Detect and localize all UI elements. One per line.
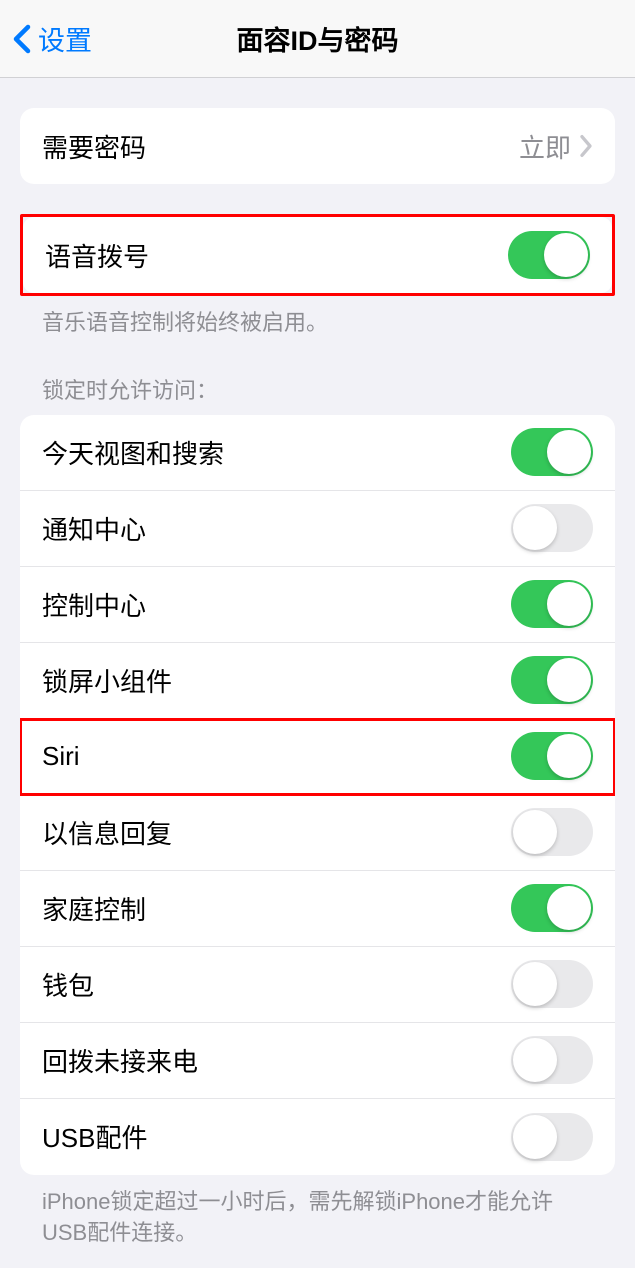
toggle-knob bbox=[513, 962, 557, 1006]
voice-dial-label: 语音拨号 bbox=[45, 237, 508, 274]
page-title: 面容ID与密码 bbox=[0, 19, 635, 58]
lock-access-row-以信息回复: 以信息回复 bbox=[20, 795, 615, 871]
voice-dial-group: 语音拨号 bbox=[20, 214, 615, 296]
toggle-knob bbox=[547, 658, 591, 702]
lock-access-toggle-usb配件[interactable] bbox=[511, 1113, 593, 1161]
lock-access-label: 回拨未接来电 bbox=[42, 1042, 511, 1079]
toggle-knob bbox=[547, 582, 591, 626]
lock-access-label: 通知中心 bbox=[42, 510, 511, 547]
chevron-left-icon bbox=[12, 24, 32, 54]
voice-dial-toggle[interactable] bbox=[508, 231, 590, 279]
lock-access-row-家庭控制: 家庭控制 bbox=[20, 871, 615, 947]
require-passcode-row[interactable]: 需要密码 立即 bbox=[20, 108, 615, 184]
voice-dial-footer: 音乐语音控制将始终被启用。 bbox=[20, 296, 615, 339]
lock-access-label: 以信息回复 bbox=[42, 814, 511, 851]
lock-access-group: 锁定时允许访问： 今天视图和搜索通知中心控制中心锁屏小组件 Siri 以信息回复家庭… bbox=[20, 373, 615, 1249]
lock-access-toggle-家庭控制[interactable] bbox=[511, 884, 593, 932]
lock-access-toggle-今天视图和搜索[interactable] bbox=[511, 428, 593, 476]
lock-access-toggle-回拨未接来电[interactable] bbox=[511, 1036, 593, 1084]
lock-access-label: 钱包 bbox=[42, 966, 511, 1003]
toggle-knob bbox=[547, 886, 591, 930]
lock-access-row-回拨未接来电: 回拨未接来电 bbox=[20, 1023, 615, 1099]
toggle-knob bbox=[513, 1038, 557, 1082]
back-button[interactable]: 设置 bbox=[0, 19, 92, 58]
lock-access-toggle-以信息回复[interactable] bbox=[511, 808, 593, 856]
lock-access-row-usb配件: USB配件 bbox=[20, 1099, 615, 1175]
toggle-knob bbox=[547, 734, 591, 778]
lock-access-row-siri: Siri bbox=[20, 719, 615, 795]
chevron-right-icon bbox=[579, 134, 593, 158]
settings-content: 需要密码 立即 语音拨号音乐语音控制将始终被启用。 锁定时允许访问： 今天视图和… bbox=[0, 108, 635, 1268]
lock-access-toggle-通知中心[interactable] bbox=[511, 504, 593, 552]
lock-access-footer: iPhone锁定超过一小时后，需先解锁iPhone才能允许USB配件连接。 bbox=[20, 1175, 615, 1249]
passcode-group: 需要密码 立即 bbox=[20, 108, 615, 184]
lock-access-row-通知中心: 通知中心 bbox=[20, 491, 615, 567]
lock-access-row-今天视图和搜索: 今天视图和搜索 bbox=[20, 415, 615, 491]
lock-access-row-锁屏小组件: 锁屏小组件 bbox=[20, 643, 615, 719]
toggle-knob bbox=[547, 430, 591, 474]
require-passcode-value: 立即 bbox=[519, 128, 571, 165]
lock-access-row-钱包: 钱包 bbox=[20, 947, 615, 1023]
lock-access-label: Siri bbox=[42, 741, 511, 772]
lock-access-label: 家庭控制 bbox=[42, 890, 511, 927]
toggle-knob bbox=[544, 233, 588, 277]
toggle-knob bbox=[513, 810, 557, 854]
lock-access-toggle-钱包[interactable] bbox=[511, 960, 593, 1008]
toggle-knob bbox=[513, 506, 557, 550]
back-label: 设置 bbox=[38, 19, 92, 58]
lock-access-toggle-控制中心[interactable] bbox=[511, 580, 593, 628]
lock-access-header: 锁定时允许访问： bbox=[20, 373, 615, 415]
require-passcode-label: 需要密码 bbox=[42, 128, 519, 165]
navigation-bar: 设置 面容ID与密码 bbox=[0, 0, 635, 78]
lock-access-label: 今天视图和搜索 bbox=[42, 434, 511, 471]
lock-access-label: 控制中心 bbox=[42, 586, 511, 623]
lock-access-label: USB配件 bbox=[42, 1118, 511, 1155]
lock-access-toggle-siri[interactable] bbox=[511, 732, 593, 780]
voice-dial-row: 语音拨号 bbox=[23, 217, 612, 293]
lock-access-label: 锁屏小组件 bbox=[42, 662, 511, 699]
toggle-knob bbox=[513, 1115, 557, 1159]
lock-access-toggle-锁屏小组件[interactable] bbox=[511, 656, 593, 704]
lock-access-row-控制中心: 控制中心 bbox=[20, 567, 615, 643]
